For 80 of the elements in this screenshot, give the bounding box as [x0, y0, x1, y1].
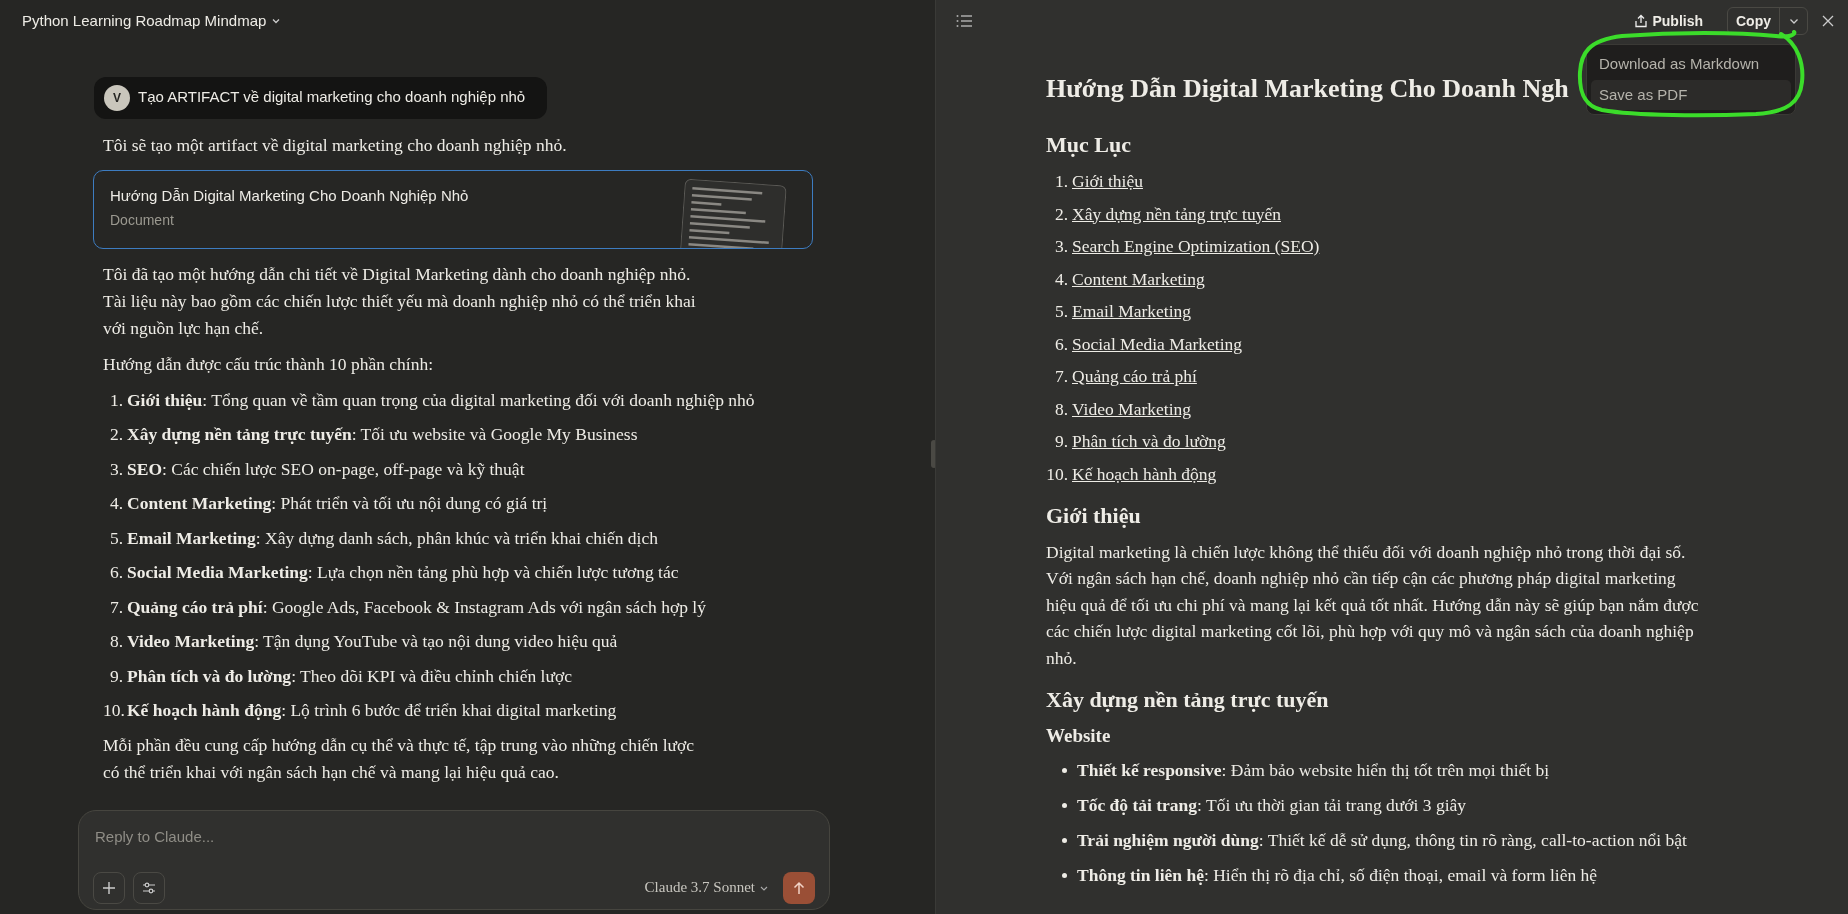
send-button[interactable]	[783, 871, 815, 904]
list-item-text: SEO: Các chiến lược SEO on-page, off-page và kỹ thuật	[127, 457, 525, 481]
add-button[interactable]	[93, 871, 125, 904]
list-item-text: Email Marketing: Xây dựng danh sách, phân khúc và triển khai chiến dịch	[127, 526, 658, 550]
list-number: 5.	[1053, 300, 1068, 323]
arrow-up-icon	[792, 880, 806, 895]
list-item-text: Giới thiệu: Tổng quan về tầm quan trọng của digital marketing đối với doanh nghiệp nhỏ	[127, 388, 755, 412]
toc-link[interactable]: Content Marketing	[1072, 265, 1205, 292]
list-number: 2.	[1053, 202, 1068, 226]
paragraph: Digital marketing là chiến lược không thể thiếu đối với doanh nghiệp nhỏ trong thời đại số. Với ngân sách hạn chế, doanh nghiệp nhỏ cần tiếp cận các phương pháp digital marketing hiệu quả để tối ưu chi phí và mang lại kết quả tốt nhất. Hướng dẫn này sẽ giúp bạn nắm được các chiến lược digital marketing cốt lõi, phù hợp với quy mô và ngân sách của doanh nghiệp nhỏ.	[1046, 540, 1700, 670]
list-item-text: Xây dựng nền tảng trực tuyến: Tối ưu website và Google My Business	[127, 423, 638, 446]
share-icon	[1634, 14, 1649, 28]
toc-link[interactable]: Xây dựng nền tảng trực tuyến	[1072, 200, 1281, 227]
list-number: 9.	[1053, 430, 1068, 453]
document-title: Hướng Dẫn Digital Marketing Cho Doanh Ngh	[1046, 73, 1569, 105]
avatar: V	[104, 84, 130, 111]
section-heading: Xây dựng nền tảng trực tuyến	[1046, 686, 1330, 715]
list-number: 1.	[1053, 170, 1068, 193]
list-item-text: Thiết kế responsive: Đảm bảo website hiển thị tốt trên mọi thiết bị	[1077, 759, 1550, 783]
toc-link[interactable]: Video Marketing	[1072, 395, 1191, 422]
list-number: 3.	[1053, 235, 1068, 258]
list-number: 10.	[1046, 462, 1068, 486]
chat-title-button[interactable]: Python Learning Roadmap Mindmap	[22, 10, 283, 33]
list-number: 10.	[103, 699, 123, 722]
menu-item[interactable]: Download as Markdown	[1591, 49, 1791, 80]
message-text: Tôi đã tạo một hướng dẫn chi tiết về Digital Marketing dành cho doanh nghiệp nhỏ. Tài liệu này bao gồm các chiến lược thiết yếu mà doanh nghiệp nhỏ có thể triển khai với nguồn lực hạn chế.	[103, 262, 697, 340]
list-item-text: Trải nghiệm người dùng: Thiết kế dễ sử dụng, thông tin rõ ràng, call-to-action nổi bật	[1077, 829, 1687, 853]
list-item-text: Content Marketing: Phát triển và tối ưu nội dung có giá trị	[127, 492, 548, 515]
list-icon	[956, 14, 972, 28]
artifact-type: Document	[110, 211, 175, 230]
publish-button[interactable]: Publish	[1628, 6, 1709, 36]
list-item-text: Kế hoạch hành động: Lộ trình 6 bước để triển khai digital marketing	[127, 699, 617, 722]
bullet-icon	[1062, 838, 1067, 844]
toc-link[interactable]: Kế hoạch hành động	[1072, 460, 1217, 487]
message-text: Mỗi phần đều cung cấp hướng dẫn cụ thể và thực tế, tập trung vào những chiến lược có thể triển khai với ngân sách hạn chế và mang lại hiệu quả cao.	[103, 733, 695, 784]
tools-button[interactable]	[133, 871, 165, 904]
bullet-icon	[1062, 873, 1067, 879]
toc-link[interactable]: Email Marketing	[1072, 298, 1192, 324]
list-number: 6.	[108, 561, 123, 584]
toc-link[interactable]: Phân tích và đo lường	[1072, 428, 1226, 454]
toc-link[interactable]: Search Engine Optimization (SEO)	[1072, 233, 1320, 259]
artifact-card[interactable]: Hướng Dẫn Digital Marketing Cho Doanh Nghiệp Nhỏ Document	[93, 169, 813, 249]
toc-link[interactable]: Quảng cáo trả phí	[1072, 363, 1197, 389]
list-number: 1.	[108, 388, 123, 412]
list-number: 8.	[1053, 397, 1068, 421]
plus-icon	[102, 880, 116, 895]
list-item-text: Phân tích và đo lường: Theo dõi KPI và điều chỉnh chiến lược	[127, 664, 572, 688]
list-item-text: Social Media Marketing: Lựa chọn nền tảng phù hợp và chiến lược tương tác	[127, 561, 679, 584]
close-icon	[1822, 15, 1834, 27]
message-input[interactable]: Reply to Claude...	[93, 825, 815, 850]
list-number: 5.	[108, 526, 123, 550]
list-number: 8.	[108, 630, 123, 653]
subsection-heading: Website	[1046, 724, 1112, 749]
list-item-text: Thông tin liên hệ: Hiển thị rõ địa chỉ, số điện thoại, email và form liên hệ	[1077, 864, 1598, 888]
list-item-text: Video Marketing: Tận dụng YouTube và tạo nội dung video hiệu quả	[127, 630, 618, 653]
artifact-title: Hướng Dẫn Digital Marketing Cho Doanh Nghiệp Nhỏ	[110, 185, 470, 206]
list-number: 2.	[108, 423, 123, 446]
list-number: 9.	[108, 664, 123, 688]
list-item-text: Tốc độ tải trang: Tối ưu thời gian tải trang dưới 3 giây	[1077, 794, 1467, 818]
bullet-icon	[1062, 768, 1067, 774]
message-text: Tôi sẽ tạo một artifact về digital marketing cho doanh nghiệp nhỏ.	[103, 133, 568, 157]
toc-link[interactable]: Giới thiệu	[1072, 168, 1143, 194]
list-number: 4.	[108, 492, 123, 515]
section-heading: Mục Lục	[1046, 131, 1132, 159]
model-selector[interactable]: Claude 3.7 Sonnet	[638, 876, 775, 899]
list-number: 3.	[108, 457, 123, 481]
list-number: 6.	[1053, 332, 1068, 356]
close-button[interactable]	[1822, 15, 1834, 27]
toc-link[interactable]: Social Media Marketing	[1072, 330, 1243, 357]
user-message-text: Tạo ARTIFACT về digital marketing cho doanh nghiệp nhỏ	[138, 87, 526, 108]
menu-item[interactable]: Save as PDF	[1591, 79, 1791, 110]
list-number: 4.	[1053, 267, 1068, 291]
list-item-text: Quảng cáo trả phí: Google Ads, Facebook & Instagram Ads với ngân sách hợp lý	[127, 595, 706, 619]
section-heading: Giới thiệu	[1046, 501, 1142, 530]
list-number: 7.	[1053, 365, 1068, 388]
bullet-icon	[1062, 803, 1067, 809]
list-number: 7.	[108, 595, 123, 619]
outline-button[interactable]	[956, 14, 972, 28]
sliders-icon	[142, 880, 156, 895]
message-text: Hướng dẫn được cấu trúc thành 10 phần chính:	[103, 352, 435, 376]
